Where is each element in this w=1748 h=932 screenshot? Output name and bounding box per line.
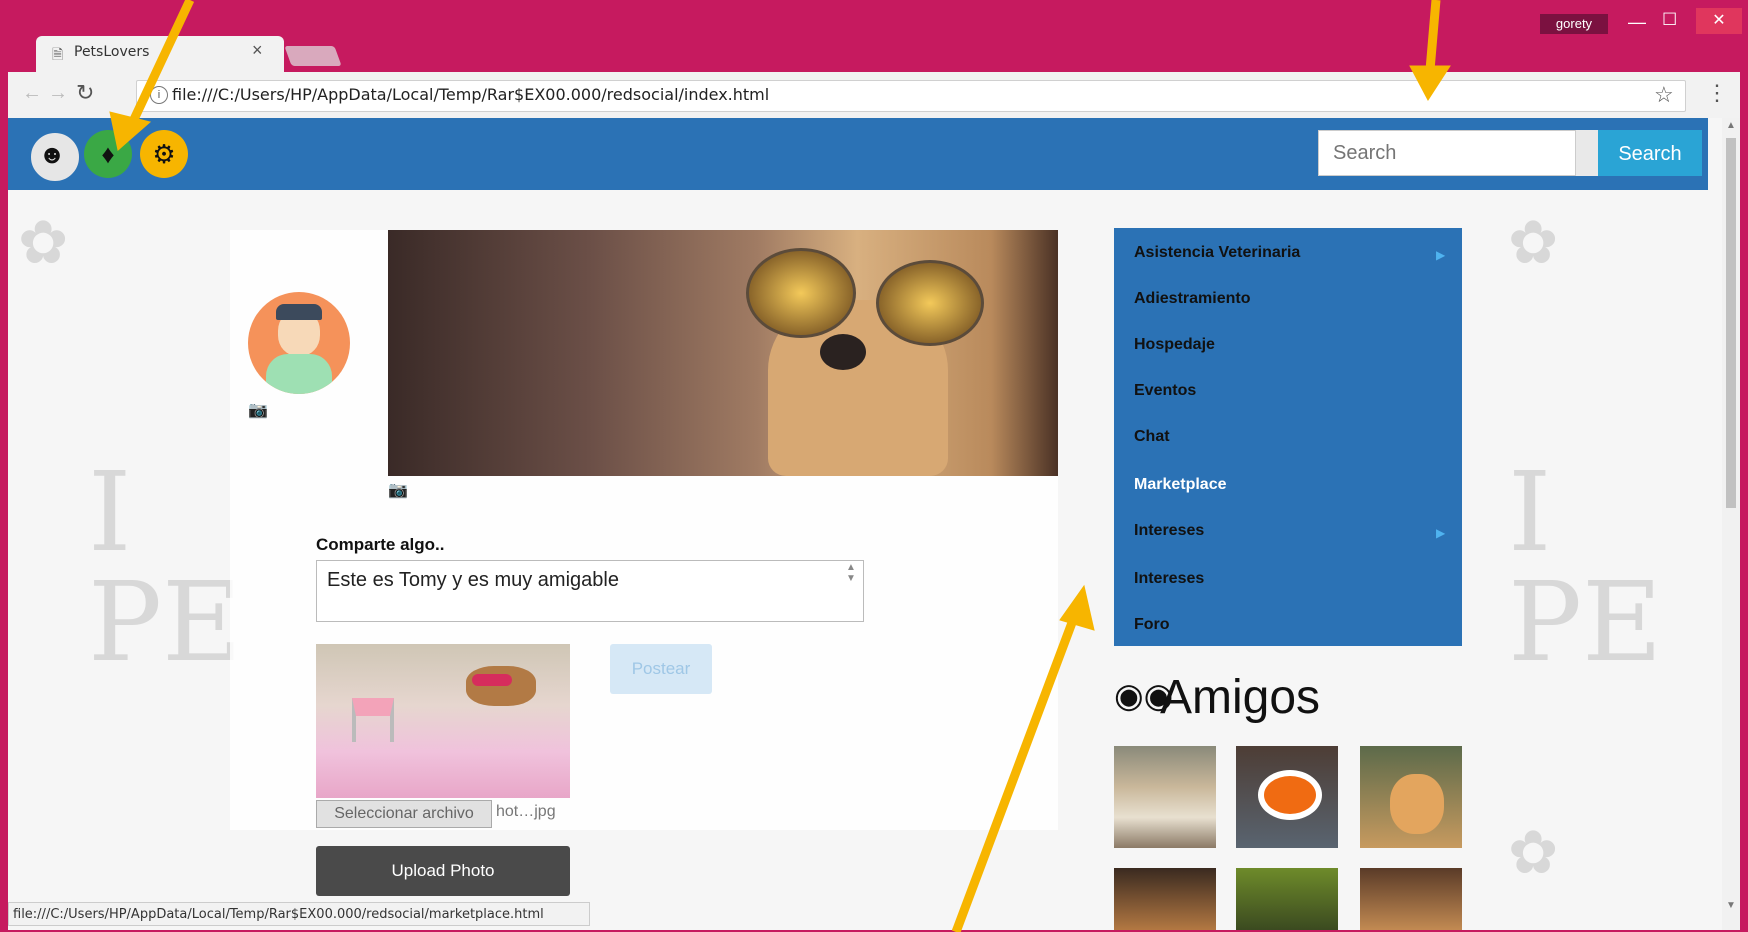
annotation-arrows [109, 0, 1451, 932]
